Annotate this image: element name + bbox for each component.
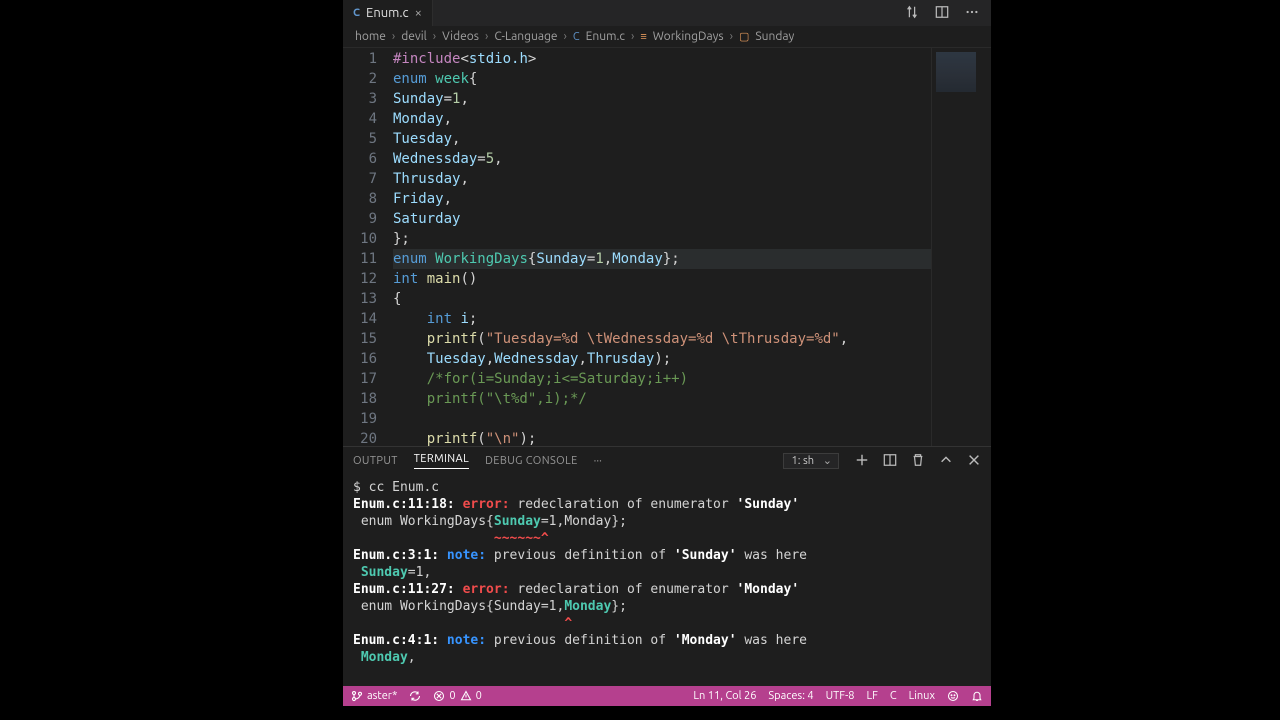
- panel-tab-bar: OUTPUT TERMINAL DEBUG CONSOLE ··· 1: sh: [343, 447, 991, 475]
- status-sync-icon[interactable]: [409, 690, 421, 702]
- c-file-icon: C: [353, 7, 360, 19]
- editor-title-actions: [905, 5, 991, 22]
- status-branch[interactable]: aster*: [351, 690, 397, 702]
- crumb[interactable]: Videos: [442, 30, 479, 43]
- breadcrumb[interactable]: home› devil› Videos› C-Language› C Enum.…: [343, 26, 991, 48]
- enum-member-icon: ▢: [739, 30, 749, 43]
- line-number-gutter: 1234567891011121314151617181920: [343, 48, 393, 446]
- status-cursor-pos[interactable]: Ln 11, Col 26: [693, 690, 756, 702]
- compare-changes-icon[interactable]: [905, 5, 919, 22]
- tab-label: Enum.c: [366, 6, 409, 20]
- warnings-count: 0: [476, 690, 482, 702]
- status-eol[interactable]: LF: [866, 690, 877, 702]
- code-area[interactable]: #include<stdio.h>enum week{Sunday=1,Mond…: [393, 48, 931, 446]
- status-language[interactable]: C: [890, 690, 897, 702]
- editor-tab-enum[interactable]: C Enum.c ×: [343, 0, 433, 26]
- enum-symbol-icon: ≡: [640, 31, 646, 43]
- close-tab-icon[interactable]: ×: [415, 6, 422, 20]
- minimap[interactable]: [931, 48, 991, 446]
- tab-bar: C Enum.c ×: [343, 0, 991, 26]
- crumb[interactable]: devil: [401, 30, 427, 43]
- kill-terminal-icon[interactable]: [911, 453, 925, 470]
- maximize-panel-icon[interactable]: [939, 453, 953, 470]
- editor-window: C Enum.c × home› devil› Videos› C-Langua…: [343, 0, 991, 706]
- branch-name: aster*: [367, 690, 397, 702]
- crumb[interactable]: C-Language: [494, 30, 557, 43]
- c-file-icon: C: [573, 31, 580, 43]
- errors-count: 0: [449, 690, 455, 702]
- code-editor[interactable]: 1234567891011121314151617181920 #include…: [343, 48, 991, 446]
- status-problems[interactable]: 0 0: [433, 690, 481, 702]
- terminal-output[interactable]: $ cc Enum.cEnum.c:11:18: error: redeclar…: [343, 475, 991, 706]
- minimap-content: [936, 52, 976, 92]
- status-bell-icon[interactable]: [971, 690, 983, 702]
- crumb[interactable]: home: [355, 30, 386, 43]
- terminal-shell-select[interactable]: 1: sh: [783, 453, 839, 469]
- bottom-panel: OUTPUT TERMINAL DEBUG CONSOLE ··· 1: sh …: [343, 446, 991, 706]
- panel-tab-terminal[interactable]: TERMINAL: [414, 453, 469, 469]
- status-indent[interactable]: Spaces: 4: [768, 690, 813, 702]
- split-terminal-icon[interactable]: [883, 453, 897, 470]
- status-os[interactable]: Linux: [909, 690, 935, 702]
- panel-tab-output[interactable]: OUTPUT: [353, 455, 398, 467]
- status-feedback-icon[interactable]: [947, 690, 959, 702]
- crumb[interactable]: Sunday: [755, 30, 794, 43]
- crumb[interactable]: Enum.c: [586, 30, 625, 43]
- crumb[interactable]: WorkingDays: [653, 30, 724, 43]
- split-editor-icon[interactable]: [935, 5, 949, 22]
- new-terminal-icon[interactable]: [855, 453, 869, 470]
- status-encoding[interactable]: UTF-8: [826, 690, 855, 702]
- panel-overflow-icon[interactable]: ···: [594, 455, 602, 467]
- status-bar: aster* 0 0 Ln 11, Col 26 Spaces: 4 UTF-8…: [343, 686, 991, 706]
- panel-tab-debug[interactable]: DEBUG CONSOLE: [485, 455, 578, 467]
- more-actions-icon[interactable]: [965, 5, 979, 22]
- close-panel-icon[interactable]: [967, 453, 981, 470]
